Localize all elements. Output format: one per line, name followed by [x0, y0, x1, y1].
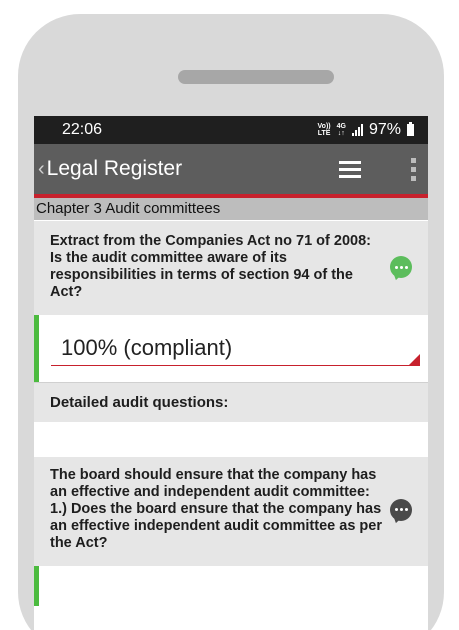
status-bar: 22:06 Vo)) LTE 4G ↓↑ 97%	[34, 116, 428, 144]
app-title: Legal Register	[46, 157, 183, 180]
chapter-header: Chapter 3 Audit committees	[34, 198, 428, 220]
answer-underline	[51, 365, 420, 366]
comment-icon[interactable]	[390, 256, 412, 278]
battery-percent: 97%	[368, 121, 401, 138]
signal-icon	[351, 124, 363, 136]
answer-dropdown[interactable]: 100% (compliant)	[34, 315, 428, 382]
network-indicator: 4G ↓↑	[336, 123, 346, 137]
list-icon[interactable]	[339, 160, 361, 178]
dropdown-triangle-icon	[409, 354, 420, 365]
section-spacer	[34, 422, 428, 456]
more-vertical-icon[interactable]	[411, 157, 416, 181]
question-text: Extract from the Companies Act no 71 of …	[50, 233, 371, 300]
question-item: The board should ensure that the company…	[34, 456, 428, 566]
answer-dropdown[interactable]	[34, 566, 428, 606]
comment-icon[interactable]	[390, 498, 412, 521]
question-item: Extract from the Companies Act no 71 of …	[34, 220, 428, 315]
section-label: Detailed audit questions:	[34, 382, 428, 422]
phone-screen: 22:06 Vo)) LTE 4G ↓↑ 97% ‹ Legal Registe…	[34, 116, 428, 630]
answer-value: 100% (compliant)	[61, 335, 233, 360]
volte-indicator: Vo)) LTE	[317, 123, 331, 137]
phone-speaker	[178, 70, 334, 84]
question-list[interactable]: Extract from the Companies Act no 71 of …	[34, 220, 428, 606]
status-time: 22:06	[62, 121, 103, 138]
battery-icon	[407, 122, 414, 136]
back-chevron-icon[interactable]: ‹	[38, 158, 45, 181]
app-bar: ‹ Legal Register	[34, 144, 428, 198]
status-indicators: Vo)) LTE 4G ↓↑ 97%	[318, 121, 414, 139]
question-text: The board should ensure that the company…	[50, 467, 382, 551]
